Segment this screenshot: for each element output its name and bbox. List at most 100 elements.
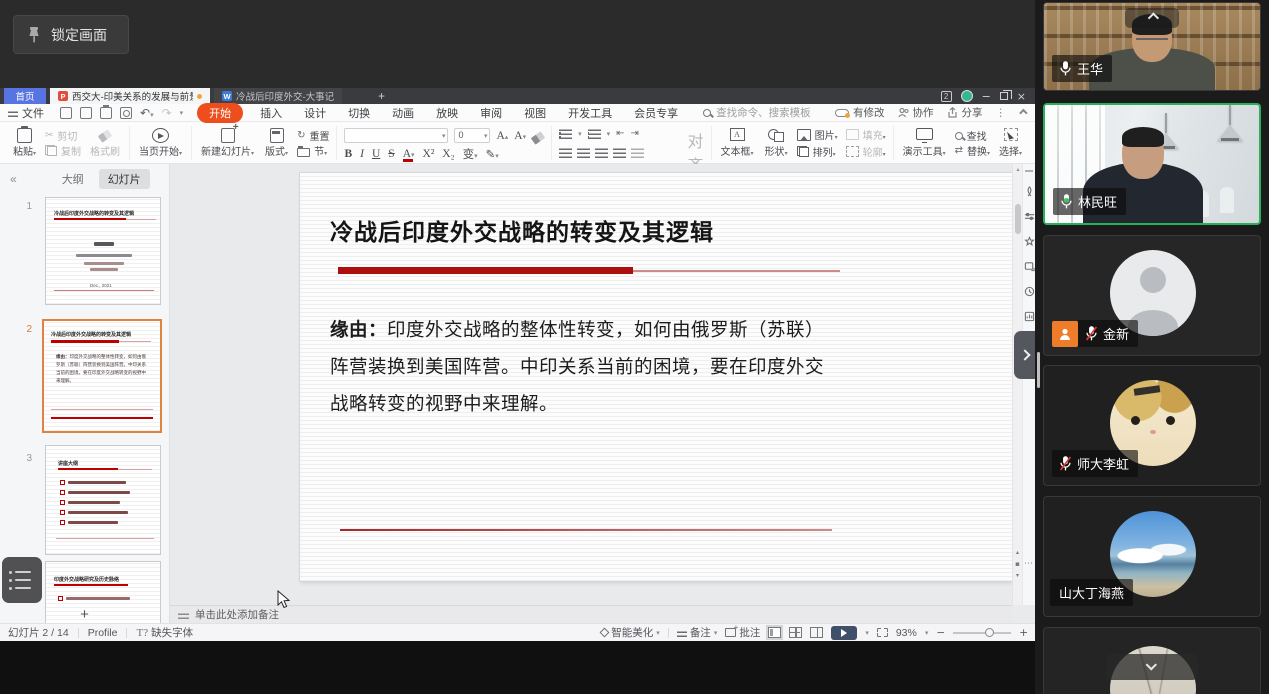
sidebar-scrollbar[interactable] — [1037, 352, 1040, 388]
distribute-button[interactable] — [631, 148, 644, 158]
window-switch-icon[interactable] — [1024, 261, 1035, 272]
outline-button[interactable]: 轮廓▾ — [846, 144, 886, 159]
strip-handle-icon[interactable] — [1025, 170, 1033, 172]
outline-tab[interactable]: 大纲 — [53, 169, 93, 189]
menu-insert[interactable]: 插入 — [249, 105, 293, 121]
zoom-in-button[interactable]: + — [1019, 627, 1028, 639]
reset-button[interactable]: ↻ 重置 — [297, 128, 329, 143]
chart-icon[interactable] — [1024, 311, 1035, 322]
zoom-options-icon[interactable]: ▾ — [925, 629, 929, 637]
new-tab-button[interactable]: + — [368, 88, 395, 104]
section-button[interactable]: 节▾ — [297, 143, 329, 158]
italic-button[interactable]: I — [360, 148, 364, 160]
scroll-up-icon[interactable]: ▴ — [1014, 166, 1022, 173]
share-button[interactable]: 分享 — [947, 105, 983, 120]
fit-zoom-button[interactable] — [877, 628, 888, 637]
bold-button[interactable]: B — [344, 148, 352, 160]
copy-button[interactable]: 复制 — [45, 143, 81, 158]
menu-member[interactable]: 会员专享 — [623, 105, 689, 121]
underline-button[interactable]: U — [372, 148, 380, 160]
font-color-button[interactable]: A▾ — [403, 148, 415, 160]
decrease-indent-icon[interactable]: ⇤ — [616, 128, 624, 139]
zoom-out-button[interactable]: − — [936, 627, 945, 639]
find-button[interactable]: 查找 — [955, 128, 990, 143]
participant-tile-linminwang-active[interactable]: 林民旺 — [1043, 103, 1261, 225]
slide-canvas[interactable]: 冷战后印度外交战略的转变及其逻辑 缘由：印度外交战略的整体性转变，如何由俄罗斯（… — [170, 164, 1012, 605]
strip-more-icon[interactable]: ⋯ — [1024, 559, 1034, 569]
participant-tile-jinxin[interactable]: 金新 — [1043, 235, 1261, 356]
menu-file[interactable]: 文件 — [0, 105, 52, 121]
replace-button[interactable]: ⇄ 替换▾ — [955, 143, 990, 158]
magic-star-icon[interactable] — [1024, 236, 1035, 247]
normal-view-button[interactable] — [768, 627, 781, 638]
font-size-select[interactable]: 0▾ — [454, 128, 490, 143]
align-left-button[interactable] — [559, 148, 572, 158]
sliders-icon[interactable] — [1024, 211, 1035, 222]
menu-home-active[interactable]: 开始 — [197, 103, 243, 123]
format-painter-button[interactable]: 格式刷 — [88, 126, 122, 160]
menu-view[interactable]: 视图 — [513, 105, 557, 121]
sync-status[interactable]: 有修改 — [835, 105, 885, 120]
clear-format-icon[interactable] — [531, 131, 545, 144]
justify-button[interactable] — [613, 148, 626, 158]
participant-tile-shidalihong[interactable]: 师大李虹 — [1043, 365, 1261, 486]
participant-tile-wanghua[interactable]: 王华 — [1043, 2, 1261, 91]
decrease-font-icon[interactable]: A▾ — [514, 130, 526, 142]
undo-icon[interactable]: ↶▾ — [140, 106, 154, 120]
slide-sorter-view-button[interactable] — [789, 627, 802, 638]
print-preview-icon[interactable] — [120, 107, 132, 119]
new-document-icon[interactable] — [60, 107, 72, 119]
menu-slideshow[interactable]: 放映 — [425, 105, 469, 121]
command-search-input[interactable]: 查找命令、搜索模板 — [703, 105, 811, 120]
strikethrough-button[interactable]: S — [388, 148, 394, 160]
participant-tile-shandadinghaiyan[interactable]: 山大丁海燕 — [1043, 496, 1261, 617]
play-from-current-button[interactable]: 当页开始▾ — [137, 126, 184, 160]
zoom-slider-knob[interactable] — [985, 628, 994, 637]
quick-access-dropdown-icon[interactable]: ▾ — [180, 109, 184, 117]
close-button[interactable]: × — [1017, 91, 1026, 102]
tab-document-docx[interactable]: W 冷战后印度外交-大事记.docx — [214, 88, 342, 104]
beautify-button[interactable]: 智能美化▾ — [601, 625, 660, 640]
redo-icon[interactable]: ↷ — [162, 106, 172, 120]
increase-indent-icon[interactable]: ⇥ — [631, 128, 639, 139]
add-slide-button[interactable]: + — [0, 605, 169, 623]
highlight-pen-icon[interactable]: ✎▾ — [486, 147, 499, 161]
minimize-button[interactable]: − — [982, 91, 991, 102]
align-right-button[interactable] — [595, 148, 608, 158]
previous-slide-icon[interactable]: ▴ — [1016, 549, 1019, 556]
save-icon[interactable] — [80, 107, 92, 119]
clock-icon[interactable] — [1024, 286, 1035, 297]
bullets-button[interactable] — [559, 129, 572, 139]
notes-bar[interactable]: 单击此处添加备注 — [170, 605, 1012, 623]
slides-tab[interactable]: 幻灯片 — [99, 169, 150, 189]
restore-button[interactable] — [1000, 92, 1008, 100]
slide-thumbnail-1[interactable]: 冷战后印度外交战略的转变及其逻辑 Dec., 2021 — [45, 197, 161, 305]
presentation-tools-button[interactable]: 演示工具▾ — [901, 126, 948, 160]
slide-title[interactable]: 冷战后印度外交战略的转变及其逻辑 — [330, 213, 714, 247]
more-options-icon[interactable]: ⋮ — [996, 107, 1007, 119]
numbering-button[interactable] — [588, 129, 601, 139]
increase-font-icon[interactable]: A▴ — [496, 130, 508, 142]
layout-button[interactable]: 版式▾ — [263, 126, 290, 160]
picture-button[interactable]: 图片▾ — [797, 127, 838, 142]
menu-devtools[interactable]: 开发工具 — [557, 105, 623, 121]
account-avatar[interactable] — [961, 90, 973, 102]
text-effects-button[interactable]: 变▾ — [463, 146, 478, 162]
slide-body-text[interactable]: 缘由：印度外交战略的整体性转变，如何由俄罗斯（苏联） 阵营装换到美国阵营。中印关… — [330, 313, 835, 424]
floating-annotation-widget[interactable] — [2, 557, 42, 603]
fill-button[interactable]: 填充▾ — [846, 127, 886, 142]
notes-toggle-button[interactable]: 备注▾ — [677, 625, 718, 640]
window-count-badge[interactable]: 2 — [941, 91, 952, 102]
shapes-button[interactable]: 形状▾ — [763, 126, 790, 160]
menu-animation[interactable]: 动画 — [381, 105, 425, 121]
subscript-button[interactable]: X₂ — [442, 148, 454, 160]
slide-thumbnail-3[interactable]: 讲座大纲 — [45, 445, 161, 555]
zoom-slider[interactable] — [953, 632, 1011, 634]
tab-home[interactable]: 首页 — [4, 88, 46, 104]
collapse-strip-down-button[interactable] — [1106, 654, 1198, 680]
scrollbar-thumb[interactable] — [1015, 204, 1021, 234]
menu-review[interactable]: 审阅 — [469, 105, 513, 121]
missing-font-warning[interactable]: T? 缺失字体 — [136, 625, 193, 640]
slide-thumbnail-2-selected[interactable]: 冷战后印度外交战略的转变及其逻辑 缘由：印度外交战略的整体性转变，如何由俄罗斯（… — [42, 319, 162, 433]
superscript-button[interactable]: X² — [423, 148, 435, 160]
